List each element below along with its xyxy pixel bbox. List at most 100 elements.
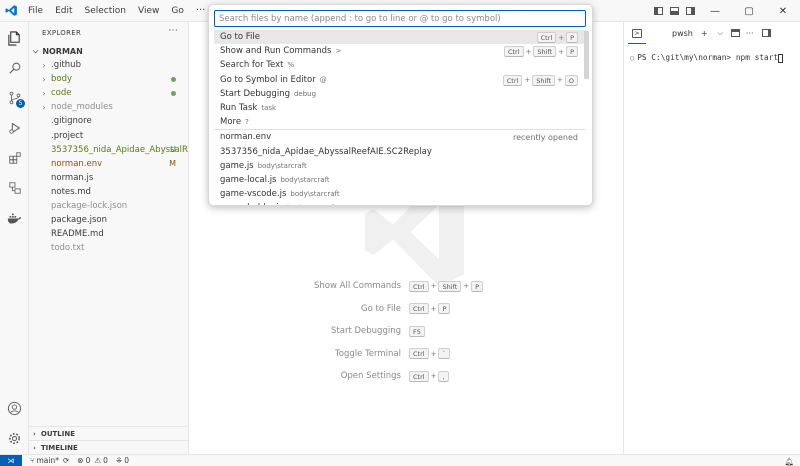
maximize-icon[interactable]: ▢ [732,0,766,22]
toggle-sidebar-icon[interactable] [650,0,666,22]
notifications-bell-icon[interactable]: 🔔︎ [784,457,794,466]
warning-count: 0 [103,456,108,465]
keybinding-key: Ctrl [409,303,429,314]
palette-file-item[interactable]: 3537356_nida_Apidae_AbyssalReefAIE.SC2Re… [214,145,586,159]
palette-item[interactable]: Search for Text% [214,58,586,72]
menu-go[interactable]: Go [165,0,189,22]
keybinding-key: Ctrl [536,32,557,43]
toggle-panel-icon[interactable] [666,0,682,22]
key-plus: + [463,282,470,290]
quick-open-input[interactable] [214,10,586,27]
tree-file[interactable]: package-lock.json [29,199,188,213]
tree-file[interactable]: .gitignore [29,114,188,128]
explorer-sidebar: EXPLORER ··· ⌵ NORMAN › .github › body › code… [29,22,189,454]
palette-file-item[interactable]: game-local.js body\starcraft [214,173,586,187]
more-actions-button[interactable]: ··· [746,29,754,38]
palette-file-item[interactable]: game.js body\starcraft [214,159,586,173]
tree-file[interactable]: notes.md [29,185,188,199]
tree-file[interactable]: .project [29,128,188,142]
palette-file-path: body\starcraft [290,190,340,199]
explorer-icon[interactable] [0,24,29,52]
source-control-icon[interactable]: 5 [0,84,29,112]
palette-item-prefix: ? [245,118,249,127]
palette-item[interactable]: Go to File Ctrl + P [214,30,586,45]
terminal-icon[interactable]: > [632,28,642,38]
tree-item-label: .github [51,60,81,71]
palette-item[interactable]: Start Debugging debug [214,87,586,101]
tree-folder[interactable]: › node_modules [29,100,188,114]
run-debug-icon[interactable] [0,114,29,142]
branch-name: main* [36,456,60,465]
palette-item-label: Show and Run Commands [220,46,332,57]
keybinding-key: ` [438,348,450,359]
palette-file-item[interactable]: norman.env recently opened [214,130,586,144]
keybinding-key: F5 [409,325,425,337]
terminal-output[interactable]: ○ PS C:\git\my\norman> npm start [630,53,784,63]
tree-folder[interactable]: › code [29,86,188,100]
tree-file[interactable]: 3537356_nida_Apidae_AbyssalRe... U [29,143,188,157]
toggle-secondary-sidebar-icon[interactable] [682,0,698,22]
terminal-cursor [778,53,784,63]
ports-status[interactable]: ⁜ 0 [116,456,129,465]
split-terminal-icon[interactable] [730,29,740,37]
problems-status[interactable]: ⊗ 0 ⚠ 0 [77,456,108,465]
palette-item[interactable]: Go to Symbol in Editor @ Ctrl + Shift + O [214,73,586,87]
keybinding-key: Shift [533,46,557,58]
close-icon[interactable]: ✕ [766,0,800,22]
tree-file[interactable]: norman.env M [29,157,188,171]
tree-file[interactable]: todo.txt [29,241,188,255]
workspace-folder[interactable]: ⌵ NORMAN [29,44,188,58]
palette-file-name: game-local.js [220,174,277,185]
new-terminal-button[interactable]: + [701,29,716,38]
menu-edit[interactable]: Edit [49,0,78,22]
palette-item-label: More [220,117,242,128]
palette-item-prefix: task [261,104,277,113]
warning-icon: ⚠ [94,456,102,465]
tree-file[interactable]: README.md [29,227,188,241]
tree-file[interactable]: norman.js [29,171,188,185]
palette-item[interactable]: More? [214,115,586,129]
docker-icon[interactable] [0,204,29,232]
minimize-icon[interactable]: — [698,0,732,22]
shortcut-hint-label: Toggle Terminal [335,348,401,359]
outline-label: OUTLINE [40,429,76,438]
menu-selection[interactable]: Selection [79,0,132,22]
palette-scrollbar[interactable] [584,31,589,79]
keybinding-key: Ctrl [502,74,523,86]
tree-folder[interactable]: › body [29,72,188,86]
palette-file-name: game-vscode.js [220,189,287,200]
explorer-more-button[interactable]: ··· [169,26,178,36]
chevron-right-icon: › [33,429,36,438]
panel-toggle-icon[interactable] [761,29,771,37]
remote-explorer-icon[interactable] [0,174,29,202]
menu-view[interactable]: View [132,0,165,22]
quick-open-list: Go to File Ctrl + P Show and Run Commands > Ct… [214,30,586,205]
tree-file[interactable]: package.json [29,213,188,227]
terminal-dropdown-button[interactable]: ⌵ [718,29,723,38]
palette-item[interactable]: Show and Run Commands > Ctrl + Shift + P [214,44,586,58]
palette-item-label: Start Debugging [220,88,290,99]
key-plus: + [430,304,437,313]
palette-item[interactable]: Run Task task [214,101,586,115]
shell-name[interactable]: pwsh [672,29,693,38]
timeline-section[interactable]: › TIMELINE [29,440,189,454]
branch-status[interactable]: ⑂ main* ⟳ [30,456,69,465]
git-branch-icon: ⑂ [30,456,35,465]
extensions-icon[interactable] [0,144,29,172]
keybinding-key: Ctrl [409,370,429,382]
account-icon[interactable] [0,394,29,422]
palette-file-item[interactable]: game-ladder.js body\starcraft [214,201,586,205]
search-icon[interactable] [0,54,29,82]
palette-file-item[interactable]: game-vscode.js body\starcraft [214,187,586,201]
outline-section[interactable]: › OUTLINE [29,426,189,440]
tree-folder[interactable]: › .github [29,58,188,72]
tree-item-label: .project [51,130,84,141]
menu-file[interactable]: File [22,0,49,22]
keybinding-key: Shift [532,74,555,86]
activity-bar: 5 [0,22,29,454]
settings-gear-icon[interactable] [0,424,29,452]
chevron-right-icon: › [42,102,46,112]
palette-item-label: Go to File [220,32,260,43]
remote-indicator-icon[interactable]: ⋊ [0,454,22,466]
palette-item-prefix: % [287,61,295,70]
